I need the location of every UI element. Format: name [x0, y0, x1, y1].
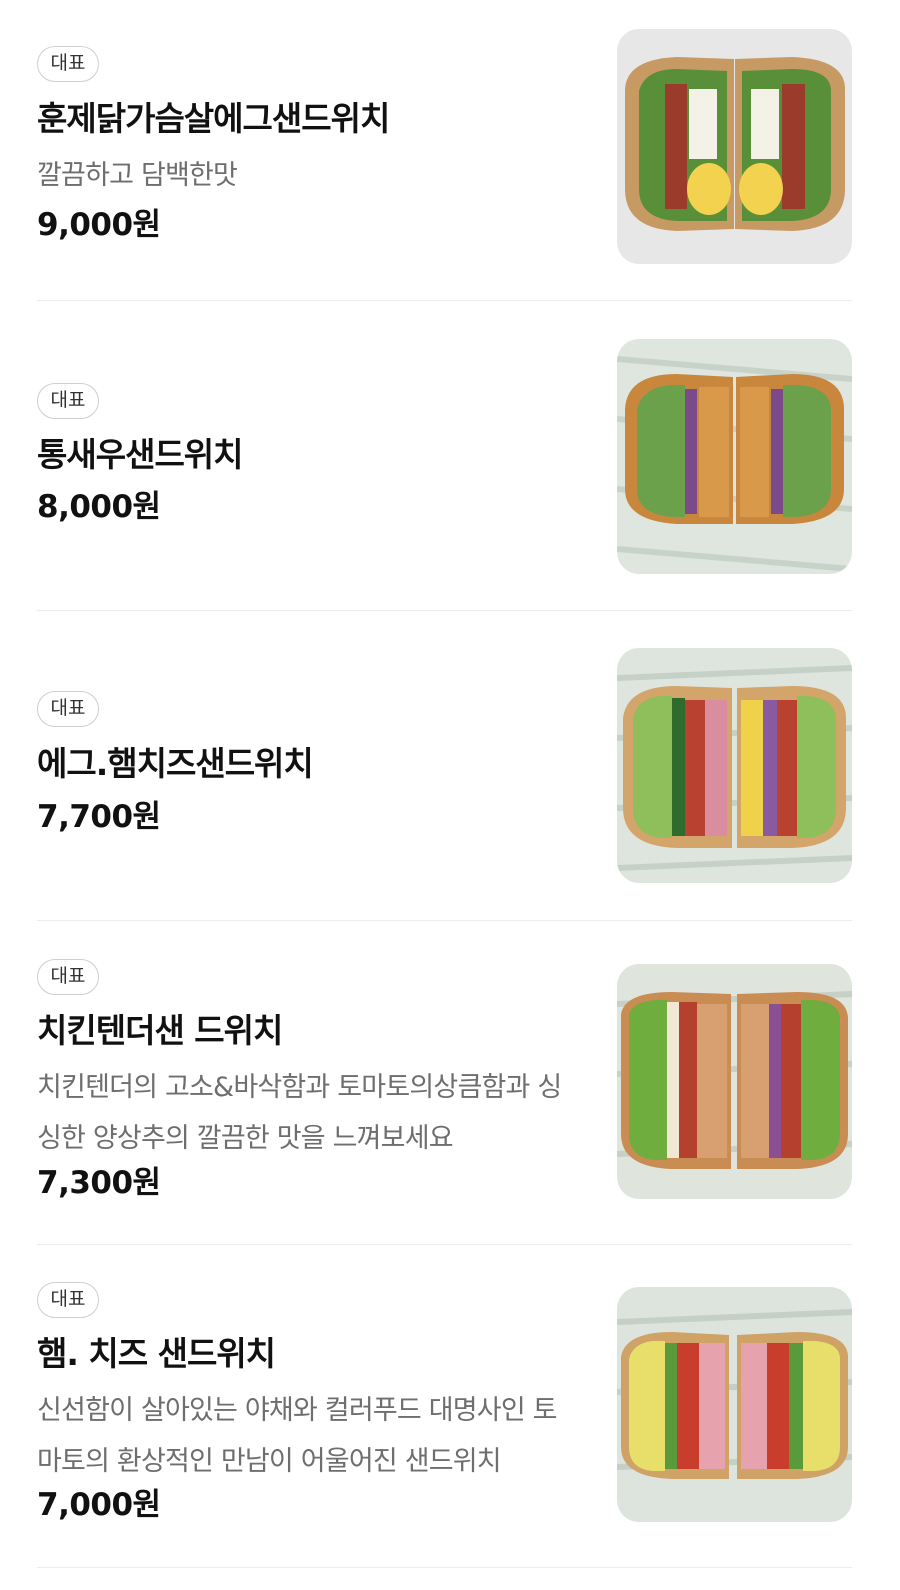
sandwich-photo-image	[617, 29, 852, 264]
menu-item-name: 훈제닭가슴살에그샌드위치	[37, 99, 390, 138]
sandwich-photo-image	[617, 339, 852, 574]
signature-badge: 대표	[37, 959, 99, 995]
menu-item-description: 치킨텐더의 고소&바삭함과 토마토의상큼함과 싱싱한 양상추의 깔끔한 맛을 느…	[37, 1072, 562, 1154]
menu-item-price: 7,000원	[37, 1487, 161, 1523]
signature-badge: 대표	[37, 1282, 99, 1318]
menu-item-smoked-chicken-egg[interactable]: 대표 훈제닭가슴살에그샌드위치 깔끔하고 담백한맛 9,000원	[0, 0, 900, 300]
menu-item-name: 햄. 치즈 샌드위치	[37, 1334, 276, 1373]
menu-item-description: 신선함이 살아있는 야채와 컬러푸드 대명사인 토마토의 환상적인 만남이 어울…	[37, 1395, 558, 1477]
menu-item-chicken-tender[interactable]: 대표 치킨텐더샌 드위치 치킨텐더의 고소&바삭함과 토마토의상큼함과 싱싱한 …	[0, 921, 900, 1244]
menu-item-name: 에그.햄치즈샌드위치	[37, 744, 314, 783]
menu-item-image[interactable]	[617, 29, 852, 264]
menu-list: 대표 훈제닭가슴살에그샌드위치 깔끔하고 담백한맛 9,000원 대표 통새우샌…	[0, 0, 900, 1590]
menu-item-image[interactable]	[617, 339, 852, 574]
menu-item-description: 깔끔하고 담백한맛	[37, 160, 238, 191]
menu-item-image[interactable]	[617, 648, 852, 883]
menu-item-image[interactable]	[617, 964, 852, 1199]
menu-item-price: 9,000원	[37, 207, 161, 243]
menu-item-price: 7,300원	[37, 1165, 161, 1201]
menu-item-price: 8,000원	[37, 489, 161, 525]
menu-item-name: 치킨텐더샌 드위치	[37, 1011, 283, 1050]
sandwich-photo-image	[617, 648, 852, 883]
signature-badge: 대표	[37, 691, 99, 727]
signature-badge: 대표	[37, 383, 99, 419]
sandwich-photo-image	[617, 964, 852, 1199]
menu-item-egg-ham-cheese[interactable]: 대표 에그.햄치즈샌드위치 7,700원	[0, 611, 900, 920]
sandwich-photo-image	[617, 1287, 852, 1522]
menu-item-ham-cheese[interactable]: 대표 햄. 치즈 샌드위치 신선함이 살아있는 야채와 컬러푸드 대명사인 토마…	[0, 1245, 900, 1567]
signature-badge: 대표	[37, 46, 99, 82]
menu-item-price: 7,700원	[37, 799, 161, 835]
menu-item-image[interactable]	[617, 1287, 852, 1522]
menu-item-name: 통새우샌드위치	[37, 435, 244, 474]
menu-item-whole-shrimp[interactable]: 대표 통새우샌드위치 8,000원	[0, 301, 900, 610]
divider	[37, 1567, 852, 1568]
